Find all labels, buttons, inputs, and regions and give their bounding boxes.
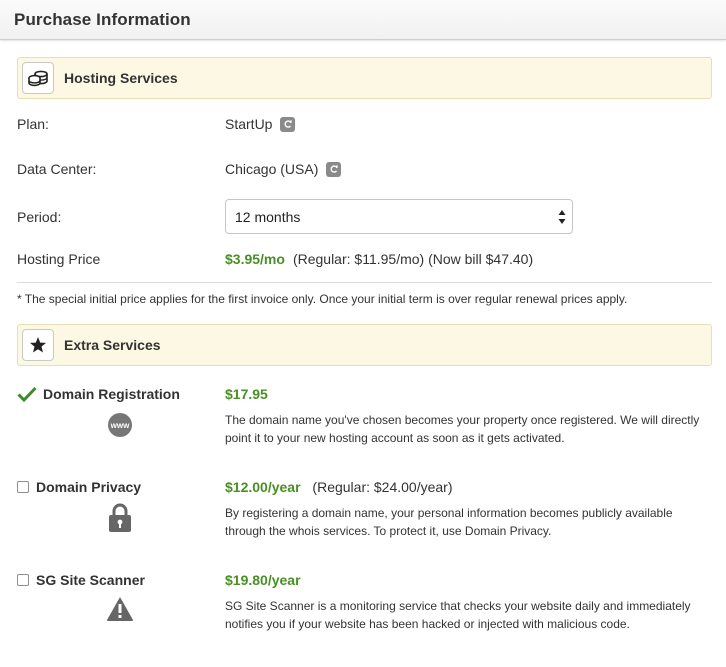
site-scanner-checkbox[interactable] (17, 574, 29, 586)
select-arrows-icon (558, 210, 566, 224)
domain-privacy-price: $12.00/year (Regular: $24.00/year) (225, 479, 453, 495)
svg-text:www: www (110, 421, 130, 430)
star-icon (22, 329, 54, 361)
domain-privacy-description: By registering a domain name, your perso… (225, 506, 673, 538)
plan-value: StartUp (225, 116, 296, 132)
period-label: Period: (17, 209, 62, 225)
hosting-price-value: $3.95/mo (Regular: $11.95/mo) (Now bill … (225, 251, 533, 267)
hosting-services-header: Hosting Services (17, 57, 712, 99)
extra-item-site-scanner: SG Site Scanner $19.80/year SG Site Scan… (17, 552, 712, 632)
hosting-price-regular: (Regular: $11.95/mo) (Now bill $47.40) (292, 251, 534, 267)
datacenter-name: Chicago (USA) (225, 161, 319, 177)
extra-item-domain-registration: Domain Registration www $17.95 The domai… (17, 366, 712, 459)
hosting-price-row: Hosting Price $3.95/mo (Regular: $11.95/… (17, 242, 712, 278)
domain-registration-description: The domain name you've chosen becomes yo… (225, 413, 700, 445)
datacenter-label: Data Center: (17, 161, 97, 177)
domain-privacy-price-amount: $12.00/year (225, 479, 301, 495)
period-select[interactable]: 12 months (225, 199, 573, 234)
purchase-content: Hosting Services Plan: StartUp Data Cent… (0, 40, 726, 632)
period-selected-value: 12 months (235, 208, 301, 225)
domain-privacy-price-regular: (Regular: $24.00/year) (312, 479, 453, 495)
price-footnote: * The special initial price applies for … (17, 292, 628, 306)
check-icon (17, 386, 37, 402)
domain-privacy-name[interactable]: Domain Privacy (17, 479, 141, 495)
domain-privacy-checkbox[interactable] (17, 481, 29, 493)
site-scanner-price: $19.80/year (225, 572, 301, 588)
extra-services-header: Extra Services (17, 324, 712, 366)
change-datacenter-refresh-icon[interactable] (326, 161, 342, 177)
plan-label: Plan: (17, 116, 49, 132)
page-header: Purchase Information (0, 0, 726, 40)
extra-item-domain-privacy: Domain Privacy $12.00/year (Regular: $24… (17, 459, 712, 552)
divider (17, 282, 712, 283)
datacenter-value: Chicago (USA) (225, 161, 342, 177)
coins-icon (22, 62, 54, 94)
site-scanner-description: SG Site Scanner is a monitoring service … (225, 599, 691, 631)
domain-registration-label: Domain Registration (43, 386, 180, 402)
domain-privacy-label: Domain Privacy (36, 479, 142, 495)
plan-name: StartUp (225, 116, 273, 132)
hosting-services-title: Hosting Services (64, 70, 178, 86)
lock-icon (108, 503, 132, 533)
period-row: Period: 12 months (17, 189, 712, 242)
hosting-price-amount: $3.95/mo (225, 251, 285, 267)
change-plan-refresh-icon[interactable] (280, 116, 296, 132)
site-scanner-name[interactable]: SG Site Scanner (17, 572, 145, 588)
hosting-price-label: Hosting Price (17, 251, 101, 267)
www-icon: www (107, 412, 133, 438)
warning-icon (106, 596, 134, 622)
domain-registration-name[interactable]: Domain Registration (17, 386, 180, 402)
page-title: Purchase Information (14, 9, 191, 29)
datacenter-row: Data Center: Chicago (USA) (17, 144, 712, 189)
extra-services-title: Extra Services (64, 337, 161, 353)
site-scanner-label: SG Site Scanner (36, 572, 145, 588)
plan-row: Plan: StartUp (17, 99, 712, 144)
domain-registration-price: $17.95 (225, 386, 268, 402)
